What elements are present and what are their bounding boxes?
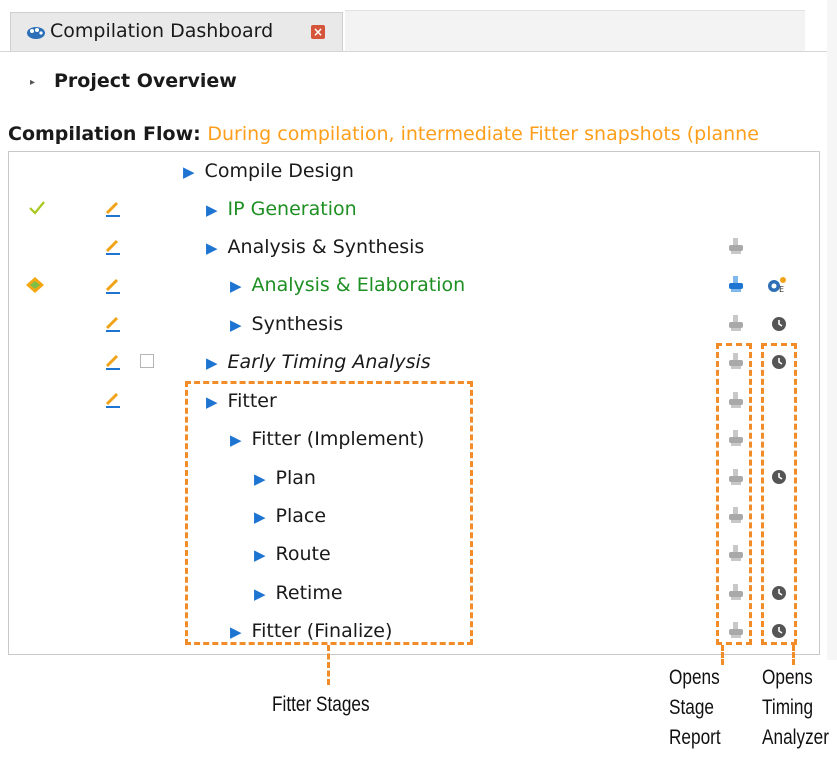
edit-settings-icon[interactable] [103,351,123,371]
fitter-stages-leader-line [327,645,330,685]
tree-row-early-timing-analysis[interactable]: ▶ Early Timing Analysis [206,350,431,375]
run-arrow-icon[interactable]: ▶ [206,239,218,257]
tree-row-label: Analysis & Synthesis [227,236,425,258]
run-arrow-icon[interactable]: ▶ [183,163,195,181]
opens-timing-analyzer-caption-line2: Timing [762,696,814,719]
dashboard-icon [27,27,45,39]
warning-icon [26,277,44,293]
stage-report-leader-line [721,645,724,665]
compilation-flow-line: Compilation Flow: During compilation, in… [8,123,820,145]
compilation-flow-label: Compilation Flow [8,123,194,145]
run-arrow-icon[interactable]: ▶ [230,316,242,334]
edit-settings-icon[interactable] [103,236,123,256]
edit-settings-icon[interactable] [103,198,123,218]
run-arrow-icon[interactable]: ▶ [206,354,218,372]
tree-row-label: Early Timing Analysis [227,351,431,373]
tree-row-ip-generation[interactable]: ▶ IP Generation [206,197,357,222]
compilation-flow-message: During compilation, intermediate Fitter … [207,123,759,145]
edit-settings-icon[interactable] [103,389,123,409]
check-icon [29,201,45,215]
stage-report-column-highlight [716,343,752,645]
compilation-flow-separator: : [193,123,208,145]
opens-timing-analyzer-caption-line1: Opens [762,666,813,689]
clock-icon[interactable] [771,316,787,332]
project-overview-header[interactable]: Project Overview [54,70,237,92]
opens-stage-report-caption-line3: Report [669,726,721,749]
opens-stage-report-caption-line2: Stage [669,696,715,719]
tree-row-label: Compile Design [204,160,354,182]
stage-report-icon[interactable] [726,313,746,333]
timing-analyzer-column-highlight [761,343,797,645]
run-arrow-icon[interactable]: ▶ [206,201,218,219]
tree-row-label: Analysis & Elaboration [251,274,466,296]
tree-row-label: Synthesis [251,313,344,335]
opens-stage-report-caption-line1: Opens [669,666,720,689]
timing-analyzer-icon[interactable]: E [766,275,788,295]
run-arrow-icon[interactable]: ▶ [230,277,242,295]
fitter-stages-caption: Fitter Stages [272,693,370,716]
tree-row-analysis-elaboration[interactable]: ▶ Analysis & Elaboration [230,273,465,298]
tree-row-synthesis[interactable]: ▶ Synthesis [230,312,343,337]
side-scroll-strip [827,0,837,660]
stage-report-icon[interactable] [726,274,746,294]
edit-settings-icon[interactable] [103,275,123,295]
close-icon[interactable]: × [311,25,325,39]
edit-settings-icon[interactable] [103,313,123,333]
tree-row-compile-design[interactable]: ▶ Compile Design [183,159,354,184]
svg-text:E: E [779,285,784,294]
tree-row-label: IP Generation [227,198,357,220]
expand-arrow-icon[interactable]: ▸ [30,77,35,88]
tab-bar-empty-area [345,10,805,51]
fitter-stages-highlight [185,381,473,645]
timing-analyzer-leader-line [792,645,795,665]
tab-title: Compilation Dashboard [50,20,274,42]
opens-timing-analyzer-caption-line3: Analyzer [762,726,829,749]
tree-row-analysis-synthesis[interactable]: ▶ Analysis & Synthesis [206,235,424,260]
enable-checkbox[interactable] [140,354,154,368]
stage-report-icon[interactable] [726,236,746,256]
